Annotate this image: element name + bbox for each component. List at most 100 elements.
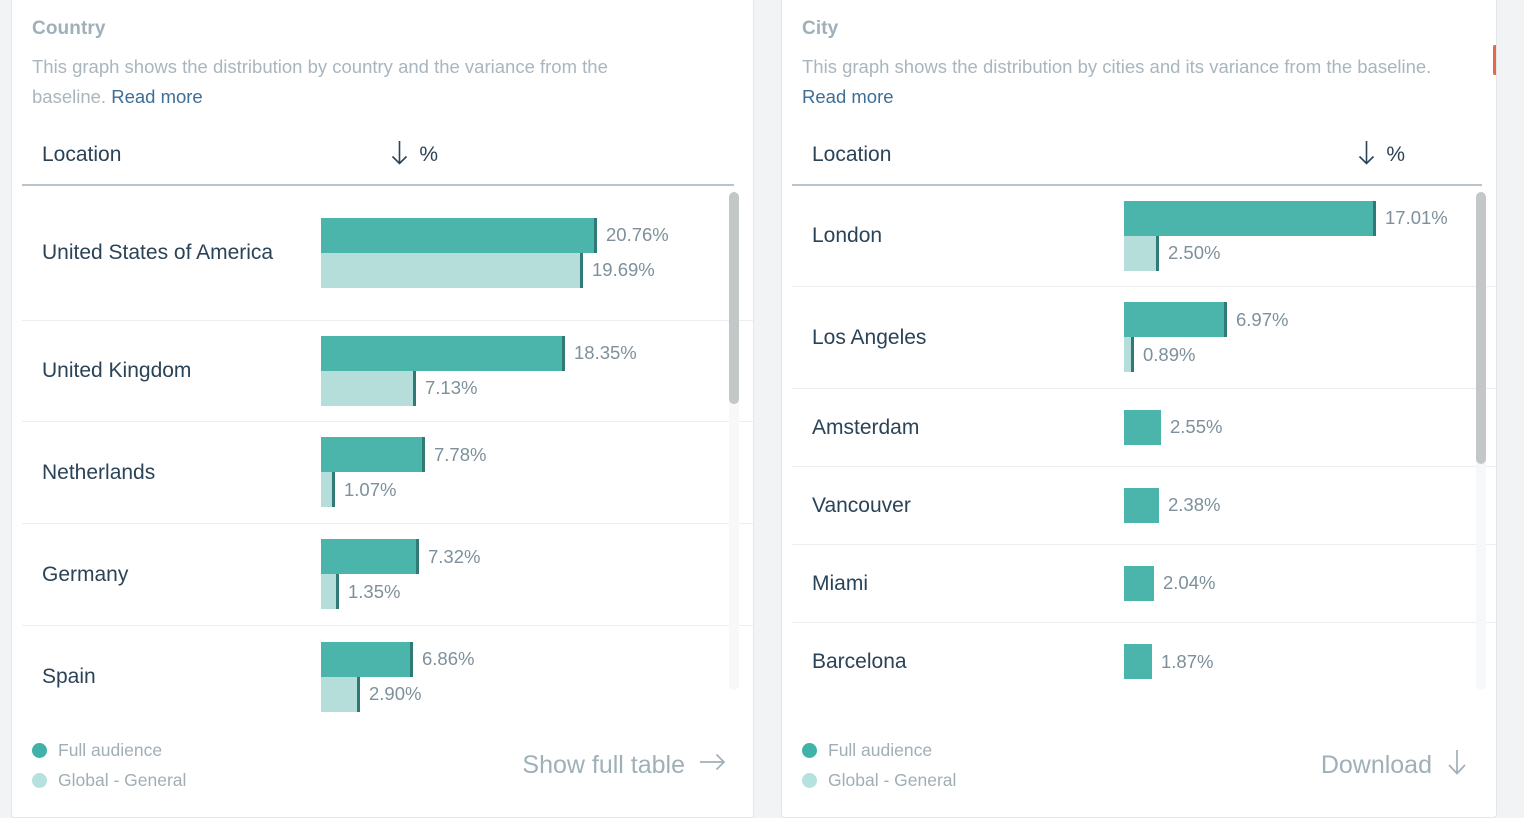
table-header: Location % <box>12 112 753 184</box>
read-more-link[interactable]: Read more <box>111 86 203 107</box>
bar-global-general <box>321 574 339 610</box>
bar-full-audience <box>321 437 425 473</box>
bar-global-general <box>321 252 583 288</box>
bar-value-primary: 7.32% <box>428 545 481 567</box>
table-row[interactable]: London 17.01% 2.50% <box>792 186 1496 287</box>
row-bars: 18.35% 7.13% <box>321 335 753 406</box>
bar-line-baseline: 2.50% <box>1124 235 1496 271</box>
row-bars: 1.87% <box>1124 644 1496 680</box>
table-row[interactable]: Amsterdam 2.55% <box>792 389 1496 467</box>
bar-line-baseline: 19.69% <box>321 252 753 288</box>
row-bars: 6.97% 0.89% <box>1124 302 1496 373</box>
bar-full-audience <box>1124 302 1227 338</box>
panel-description-text: This graph shows the distribution by cit… <box>802 56 1432 77</box>
table-row[interactable]: Miami 2.04% <box>792 545 1496 623</box>
bar-value-primary: 17.01% <box>1385 207 1448 229</box>
table-row[interactable]: United States of America 20.76% 19.69% <box>22 186 753 321</box>
sort-by-percent-control[interactable]: % <box>390 140 438 171</box>
download-button[interactable]: Download <box>1321 748 1476 783</box>
arrow-right-icon <box>699 751 727 780</box>
country-panel-footer: Full audience Global - General Show full… <box>12 728 753 817</box>
row-label: Amsterdam <box>812 415 920 439</box>
country-panel: Country This graph shows the distributio… <box>11 0 754 818</box>
row-label: Barcelona <box>812 650 907 674</box>
bar-global-general <box>321 370 416 406</box>
bar-value-baseline: 7.13% <box>425 377 478 399</box>
legend-label: Global - General <box>58 770 187 790</box>
bar-full-audience <box>321 217 597 253</box>
bar-value-primary: 2.55% <box>1170 416 1223 438</box>
city-rows: London 17.01% 2.50% Los Angeles 6.97% 0.… <box>792 186 1496 728</box>
column-header-percent: % <box>1386 143 1406 167</box>
bar-full-audience <box>321 641 413 677</box>
bar-line-primary: 1.87% <box>1124 644 1496 680</box>
bar-line-primary: 7.32% <box>321 539 753 575</box>
legend-label: Global - General <box>828 770 957 790</box>
legend-label: Full audience <box>58 740 163 760</box>
arrow-down-icon <box>1357 140 1376 171</box>
legend: Full audience Global - General <box>32 740 186 791</box>
bar-line-primary: 2.55% <box>1124 409 1496 445</box>
row-label: Spain <box>42 665 96 689</box>
bar-value-baseline: 2.50% <box>1168 242 1221 264</box>
bar-full-audience <box>1124 644 1152 680</box>
panel-title: Country <box>32 18 106 39</box>
download-label: Download <box>1320 751 1432 779</box>
show-full-table-button[interactable]: Show full table <box>522 751 733 780</box>
bar-line-baseline: 1.35% <box>321 574 753 610</box>
column-header-location: Location <box>812 143 892 167</box>
read-more-link[interactable]: Read more <box>802 86 894 107</box>
country-scrollbar[interactable] <box>729 191 739 690</box>
legend-dot-icon <box>802 773 817 788</box>
bar-line-primary: 6.97% <box>1124 302 1496 338</box>
bar-line-baseline: 2.90% <box>321 676 753 712</box>
scrollbar-thumb[interactable] <box>729 191 739 404</box>
city-panel: City This graph shows the distribution b… <box>781 0 1497 818</box>
city-scrollbar[interactable] <box>1476 191 1486 690</box>
scrollbar-thumb[interactable] <box>1476 191 1486 464</box>
row-label: United Kingdom <box>42 359 192 383</box>
country-panel-body: Country This graph shows the distributio… <box>12 0 753 817</box>
legend-item-full-audience: Full audience <box>32 740 186 761</box>
bar-full-audience <box>321 539 419 575</box>
legend: Full audience Global - General <box>802 740 956 791</box>
country-rows: United States of America 20.76% 19.69% U… <box>22 186 753 728</box>
sort-by-percent-control[interactable]: % <box>1357 140 1405 171</box>
row-bars: 6.86% 2.90% <box>321 641 753 712</box>
bar-global-general <box>1124 235 1159 271</box>
bar-line-baseline: 7.13% <box>321 370 753 406</box>
arrow-down-icon <box>1446 748 1468 783</box>
table-row[interactable]: United Kingdom 18.35% 7.13% <box>22 321 753 422</box>
bar-global-general <box>321 676 360 712</box>
bar-value-primary: 18.35% <box>574 342 637 364</box>
table-row[interactable]: Barcelona 1.87% <box>792 623 1496 701</box>
row-bars: 7.32% 1.35% <box>321 539 753 610</box>
bar-full-audience <box>1124 487 1159 523</box>
table-row[interactable]: Spain 6.86% 2.90% <box>22 626 753 728</box>
panel-description: This graph shows the distribution by cou… <box>12 40 680 112</box>
legend-label: Full audience <box>828 740 933 760</box>
column-header-percent: % <box>419 143 439 167</box>
table-row[interactable]: Vancouver 2.38% <box>792 467 1496 545</box>
legend-dot-icon <box>32 773 47 788</box>
row-label: Germany <box>42 562 129 586</box>
bar-value-primary: 1.87% <box>1161 650 1214 672</box>
bar-value-baseline: 1.07% <box>344 478 397 500</box>
bar-line-baseline: 0.89% <box>1124 337 1496 373</box>
table-header: Location % <box>782 112 1496 184</box>
arrow-down-icon <box>390 140 409 171</box>
table-row[interactable]: Germany 7.32% 1.35% <box>22 524 753 626</box>
bar-value-baseline: 2.90% <box>369 683 422 705</box>
table-row[interactable]: Netherlands 7.78% 1.07% <box>22 422 753 524</box>
column-header-location: Location <box>42 143 122 167</box>
panel-description: This graph shows the distribution by cit… <box>782 40 1472 112</box>
bar-line-primary: 20.76% <box>321 217 753 253</box>
bar-full-audience <box>1124 565 1154 601</box>
country-rows-viewport: United States of America 20.76% 19.69% U… <box>22 186 753 728</box>
dashboard-root: Country This graph shows the distributio… <box>0 0 1524 818</box>
city-rows-viewport: London 17.01% 2.50% Los Angeles 6.97% 0.… <box>792 186 1496 728</box>
table-row[interactable]: Los Angeles 6.97% 0.89% <box>792 287 1496 389</box>
bar-value-primary: 6.86% <box>422 648 475 670</box>
bar-global-general <box>321 472 335 508</box>
legend-item-global-general: Global - General <box>32 770 186 791</box>
